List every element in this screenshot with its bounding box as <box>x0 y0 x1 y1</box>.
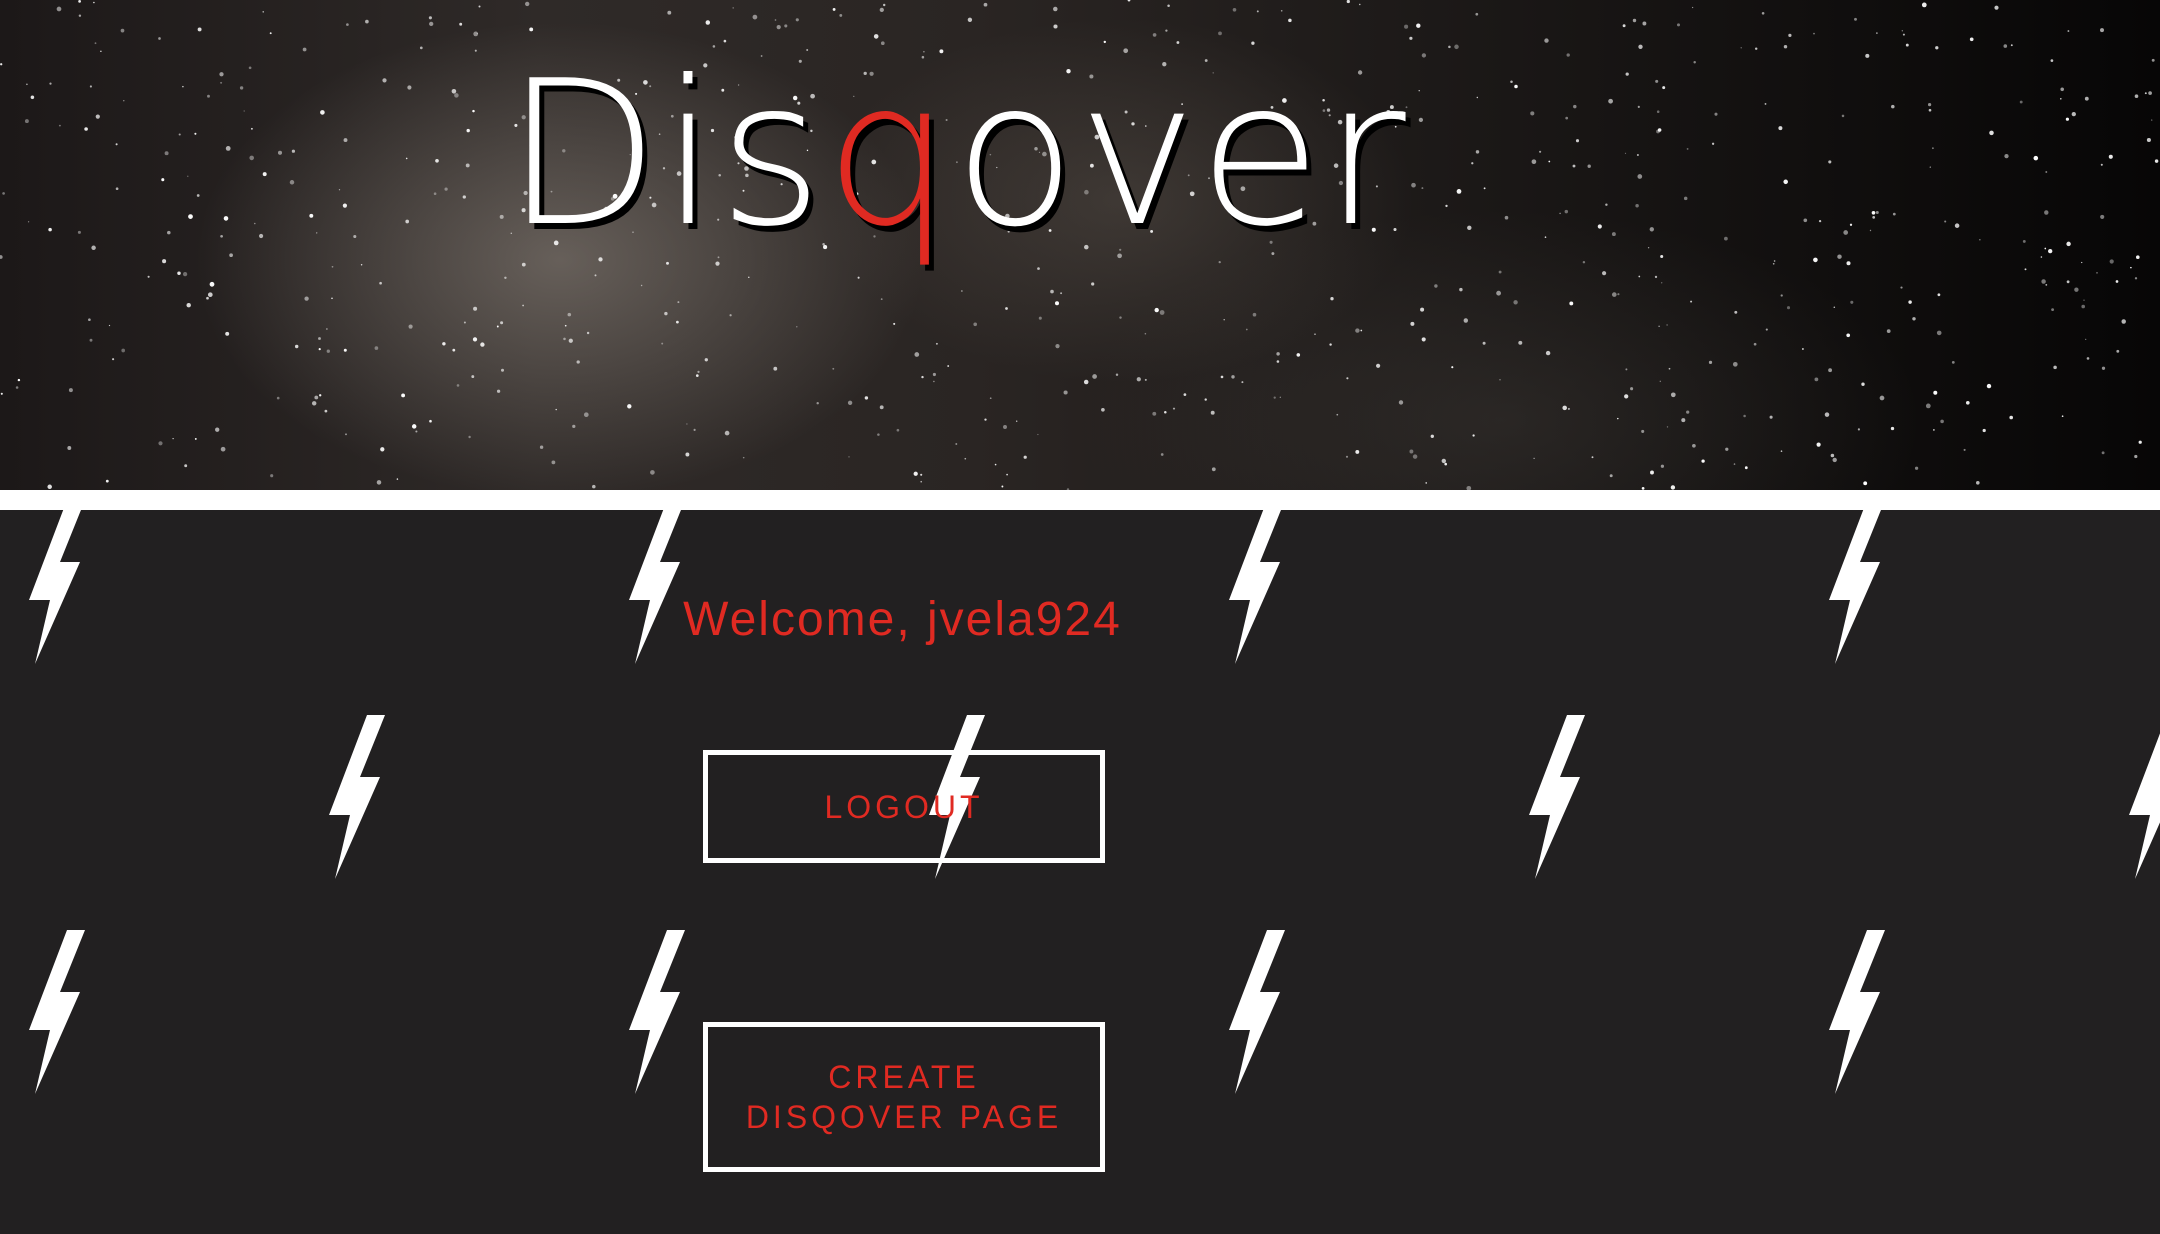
lightning-bolt-icon <box>1229 930 1285 1094</box>
lightning-bolt-icon <box>2129 733 2160 879</box>
logo-text-start: Dis <box>505 38 825 271</box>
welcome-message: Welcome, jvela924 <box>683 593 1122 646</box>
lightning-bolt-icon <box>1529 715 1585 879</box>
lightning-bolt-icon <box>1829 510 1881 664</box>
logo-accent-letter: q <box>824 38 954 271</box>
page: Disqover Welcome, jvela924 LOGOUT CREATE… <box>0 0 2160 1234</box>
lightning-bolt-icon <box>329 715 385 879</box>
lightning-bolt-icon <box>29 930 85 1094</box>
site-logo[interactable]: Disqover <box>505 55 1408 255</box>
main-content: Welcome, jvela924 LOGOUT CREATE DISQOVER… <box>0 510 2160 1234</box>
create-button-label-line1: CREATE <box>828 1059 980 1095</box>
create-button-label-line2: DISQOVER PAGE <box>745 1099 1063 1135</box>
section-divider <box>0 490 2160 510</box>
lightning-bolt-icon <box>629 930 685 1094</box>
lightning-bolt-icon <box>1829 930 1885 1094</box>
create-disqover-page-button[interactable]: CREATE DISQOVER PAGE <box>703 1022 1105 1172</box>
logo-text-end: over <box>953 38 1408 271</box>
hero-banner: Disqover <box>0 0 2160 490</box>
logout-button-label: LOGOUT <box>824 788 984 825</box>
logout-button[interactable]: LOGOUT <box>703 750 1105 863</box>
